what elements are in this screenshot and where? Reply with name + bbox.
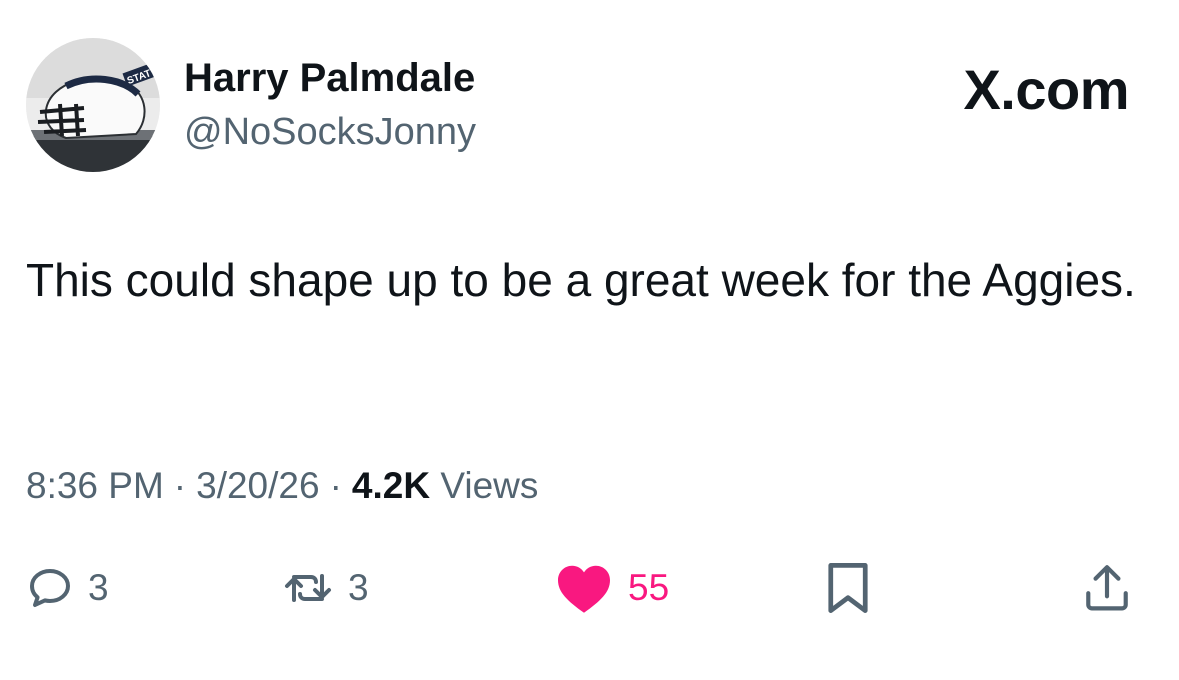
- reply-icon: [30, 569, 70, 607]
- tweet-card: STAT Harry Palmdale @NoSocksJonny X.com …: [0, 0, 1179, 680]
- share-button[interactable]: [1082, 556, 1132, 620]
- retweet-count: 3: [348, 567, 369, 608]
- retweet-icon: [285, 574, 331, 602]
- author-display-name[interactable]: Harry Palmdale: [184, 56, 475, 100]
- avatar[interactable]: STAT: [26, 38, 160, 172]
- like-count: 55: [628, 567, 670, 608]
- reply-button[interactable]: 3: [26, 556, 109, 620]
- views-label: Views: [440, 465, 539, 506]
- tweet-date[interactable]: 3/20/26: [196, 465, 319, 506]
- author-handle[interactable]: @NoSocksJonny: [184, 110, 476, 154]
- meta-separator: ·: [173, 465, 187, 506]
- retweet-button[interactable]: 3: [282, 556, 369, 620]
- tweet-meta: 8:36 PM · 3/20/26 · 4.2K Views: [26, 462, 538, 510]
- meta-separator: ·: [329, 465, 342, 506]
- like-button[interactable]: 55: [554, 556, 669, 620]
- football-helmet-avatar-icon: STAT: [26, 38, 160, 172]
- reply-count: 3: [88, 567, 109, 608]
- action-bar: 3 3 55: [0, 556, 1179, 620]
- x-com-brand: X.com: [963, 58, 1129, 121]
- bookmark-button[interactable]: [822, 556, 874, 620]
- views-count: 4.2K: [351, 465, 431, 506]
- bookmark-icon: [828, 563, 868, 613]
- heart-icon: [558, 565, 610, 613]
- share-icon: [1086, 565, 1128, 611]
- tweet-text: This could shape up to be a great week f…: [26, 254, 1136, 306]
- tweet-time[interactable]: 8:36 PM: [26, 465, 164, 506]
